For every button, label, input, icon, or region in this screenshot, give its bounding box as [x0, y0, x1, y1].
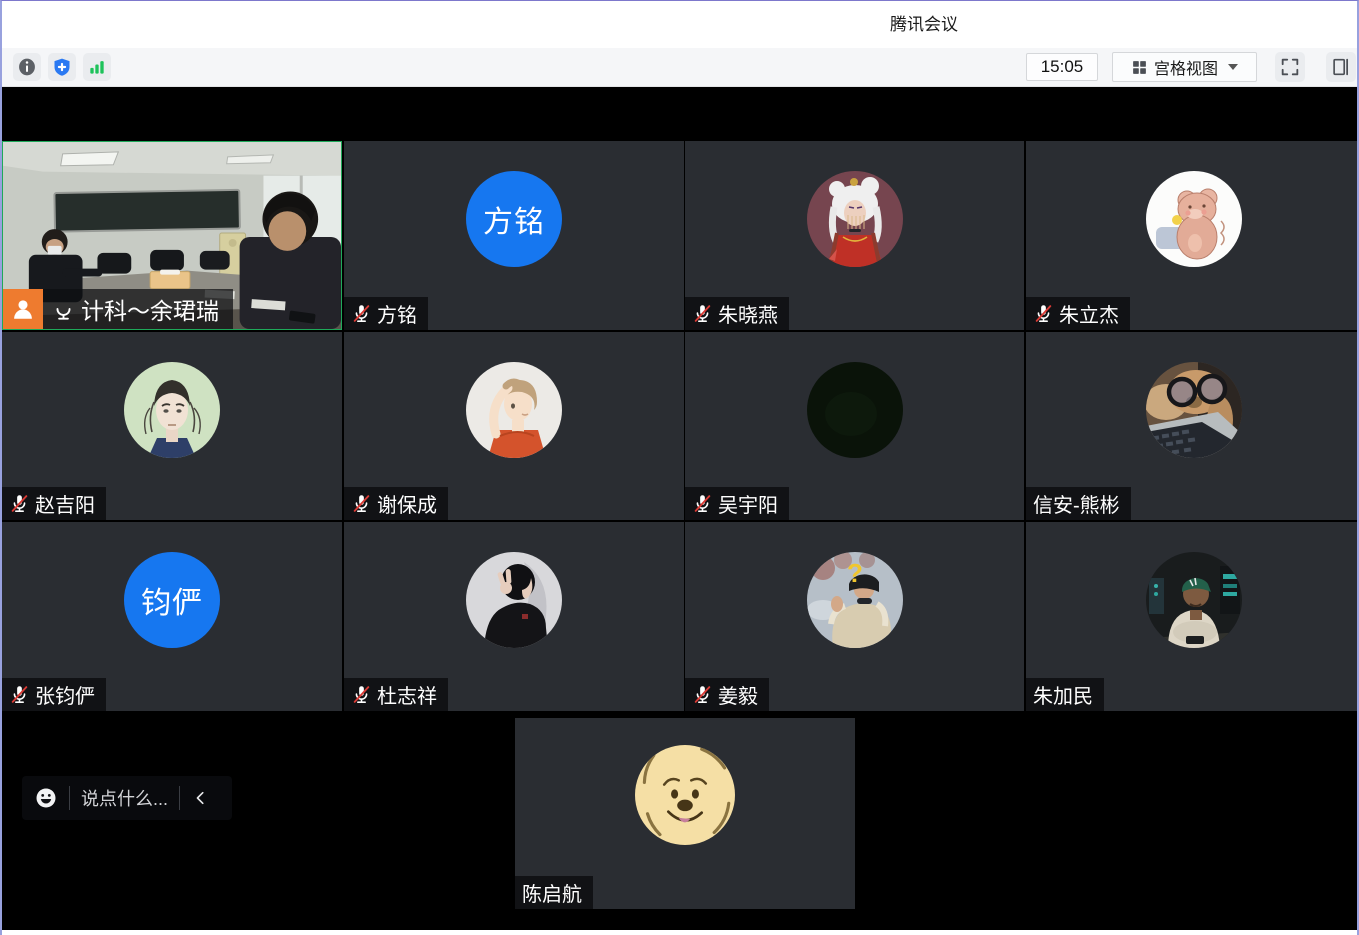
mic-active-icon [51, 297, 76, 322]
signal-bars-icon [87, 57, 107, 77]
participant-name-bar: 朱晓燕 [685, 297, 789, 330]
participant-tile[interactable]: 信安-熊彬 [1026, 332, 1359, 520]
participant-tile[interactable]: 方铭 方铭 [344, 141, 684, 330]
participant-name: 计科～余珺瑞 [81, 292, 219, 326]
avatar-image [807, 171, 903, 267]
avatar-image: ? [807, 552, 903, 648]
chevron-left-icon[interactable] [193, 790, 209, 806]
participant-grid: 计科～余珺瑞 方铭 方铭 [2, 87, 1357, 929]
participant-name-bar: 陈启航 [515, 876, 593, 909]
participant-name-bar: 计科～余珺瑞 [43, 289, 233, 329]
participant-name-bar: 谢保成 [344, 487, 448, 520]
participant-name: 方铭 [377, 299, 417, 328]
participant-name-bar: 姜毅 [685, 678, 769, 711]
avatar-initials-text: 钧俨 [141, 578, 203, 622]
title-bar: 腾讯会议 [2, 1, 1357, 48]
participant-tile[interactable]: 朱加民 [1026, 522, 1359, 711]
participant-name-bar: 朱加民 [1026, 678, 1104, 711]
participant-name: 朱晓燕 [718, 299, 778, 328]
fullscreen-icon [1279, 56, 1301, 78]
info-icon [17, 57, 37, 77]
avatar-image [1146, 552, 1242, 648]
top-toolbar: 15:05 宫格视图 [2, 48, 1357, 87]
participant-tile[interactable]: 钧俨 张钧俨 [2, 522, 342, 711]
participant-tile[interactable]: 杜志祥 [344, 522, 684, 711]
participant-name-bar: 信安-熊彬 [1026, 487, 1131, 520]
avatar-image [1146, 362, 1242, 458]
avatar-image [1146, 171, 1242, 267]
participant-tile[interactable]: ? 姜毅 [685, 522, 1024, 711]
window-bottom-edge [2, 930, 1359, 935]
participant-name-bar: 赵吉阳 [2, 487, 106, 520]
participant-name: 杜志祥 [377, 680, 437, 709]
participant-name: 陈启航 [522, 878, 582, 907]
mic-muted-icon [351, 493, 372, 514]
view-mode-dropdown[interactable]: 宫格视图 [1112, 52, 1257, 82]
mic-muted-icon [692, 493, 713, 514]
mic-muted-icon [692, 684, 713, 705]
meeting-window: 腾讯会议 [0, 0, 1359, 935]
chat-input-placeholder[interactable]: 说点什么... [81, 785, 168, 811]
avatar-initials-text: 方铭 [483, 197, 545, 241]
security-button[interactable] [48, 53, 76, 81]
grid-view-icon [1131, 59, 1148, 76]
app-title: 腾讯会议 [890, 1, 958, 48]
participant-name: 谢保成 [377, 489, 437, 518]
emoji-icon[interactable] [34, 786, 58, 810]
meeting-duration: 15:05 [1026, 53, 1098, 81]
participant-name-bar: 朱立杰 [1026, 297, 1130, 330]
participant-name-bar: 吴宇阳 [685, 487, 789, 520]
avatar-image [466, 362, 562, 458]
mic-muted-icon [351, 684, 372, 705]
chat-quick-bar[interactable]: 说点什么... [22, 776, 232, 820]
participant-name: 姜毅 [718, 680, 758, 709]
meeting-info-button[interactable] [13, 53, 41, 81]
side-panel-icon [1330, 56, 1352, 78]
side-panel-button[interactable] [1326, 52, 1356, 82]
participant-name: 张钧俨 [35, 680, 95, 709]
avatar-image [124, 362, 220, 458]
divider [179, 786, 180, 810]
participant-name: 朱立杰 [1059, 299, 1119, 328]
question-mark-badge: ? [847, 558, 863, 588]
mic-muted-icon [351, 303, 372, 324]
participant-name: 吴宇阳 [718, 489, 778, 518]
mic-muted-icon [692, 303, 713, 324]
mic-muted-icon [9, 493, 30, 514]
participant-name: 信安-熊彬 [1033, 489, 1120, 518]
participant-name-bar: 杜志祥 [344, 678, 448, 711]
participant-tile-video[interactable]: 计科～余珺瑞 [2, 141, 342, 330]
participant-name: 朱加民 [1033, 680, 1093, 709]
participant-tile[interactable]: 赵吉阳 [2, 332, 342, 520]
person-icon [10, 296, 36, 322]
participant-tile[interactable]: 吴宇阳 [685, 332, 1024, 520]
role-badge [3, 289, 43, 329]
mic-muted-icon [9, 684, 30, 705]
avatar-initials: 钧俨 [124, 552, 220, 648]
avatar-image [466, 552, 562, 648]
fullscreen-button[interactable] [1275, 52, 1305, 82]
avatar-initials: 方铭 [466, 171, 562, 267]
participant-tile[interactable]: 朱立杰 [1026, 141, 1359, 330]
participant-name: 赵吉阳 [35, 489, 95, 518]
avatar-image [635, 745, 735, 845]
participant-name-bar: 方铭 [344, 297, 428, 330]
participant-name-bar: 张钧俨 [2, 678, 106, 711]
network-quality-button[interactable] [83, 53, 111, 81]
participant-tile[interactable]: 陈启航 [515, 718, 855, 909]
divider [69, 786, 70, 810]
shield-plus-icon [52, 57, 72, 77]
participant-tile[interactable]: 朱晓燕 [685, 141, 1024, 330]
participant-tile[interactable]: 谢保成 [344, 332, 684, 520]
view-mode-label: 宫格视图 [1154, 55, 1218, 79]
caret-down-icon [1228, 64, 1238, 70]
mic-muted-icon [1033, 303, 1054, 324]
avatar-image [807, 362, 903, 458]
